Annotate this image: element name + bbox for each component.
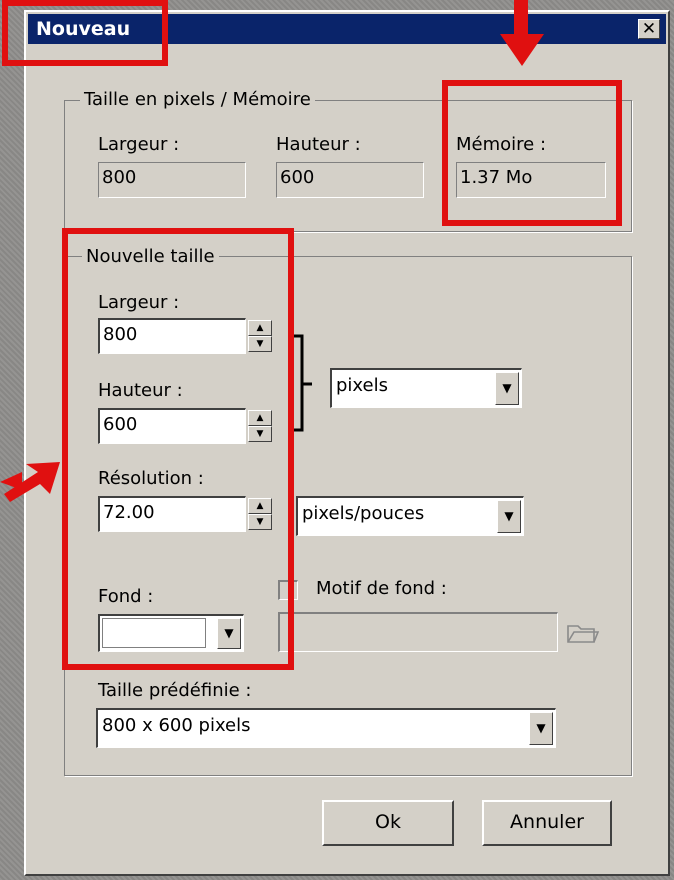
resolution-input[interactable]: 72.00 (98, 496, 246, 532)
new-height-spin-up[interactable]: ▲ (248, 410, 272, 426)
new-height-value: 600 (103, 414, 138, 435)
ok-button[interactable]: Ok (322, 800, 454, 846)
new-width-value: 800 (103, 324, 138, 345)
unit-selected-value: pixels (336, 375, 388, 396)
new-height-spin-down[interactable]: ▼ (248, 426, 272, 442)
resolution-unit-selected-value: pixels/pouces (302, 503, 425, 524)
current-height-value: 600 (280, 167, 315, 188)
resolution-label: Résolution : (98, 468, 204, 489)
new-width-label: Largeur : (98, 292, 180, 313)
background-color-swatch (102, 618, 206, 648)
close-icon: ✕ (641, 19, 657, 39)
chevron-down-icon[interactable]: ▼ (495, 372, 519, 405)
spin-up-icon: ▲ (256, 413, 264, 423)
title-bar[interactable]: Nouveau ✕ (28, 14, 666, 44)
resolution-spin-down[interactable]: ▼ (248, 514, 272, 530)
new-width-spin-down[interactable]: ▼ (248, 336, 272, 352)
current-height-label: Hauteur : (276, 134, 361, 155)
new-width-spinner: ▲ ▼ (248, 318, 272, 354)
memory-label: Mémoire : (456, 134, 547, 155)
resolution-spin-up[interactable]: ▲ (248, 498, 272, 514)
folder-open-icon (567, 625, 600, 643)
chevron-down-icon[interactable]: ▼ (529, 712, 553, 745)
cancel-button[interactable]: Annuler (482, 800, 612, 846)
current-height-field: 600 (276, 162, 424, 198)
background-color-picker[interactable]: ▼ (98, 614, 244, 652)
pattern-path-field (278, 612, 558, 652)
proportion-link-bracket (290, 334, 312, 432)
current-width-label: Largeur : (98, 134, 180, 155)
resolution-spinner: ▲ ▼ (248, 496, 272, 532)
preset-select[interactable]: 800 x 600 pixels ▼ (96, 708, 556, 748)
unit-select[interactable]: pixels ▼ (330, 368, 522, 408)
current-width-value: 800 (102, 167, 137, 188)
background-label: Fond : (98, 586, 154, 607)
spin-up-icon: ▲ (256, 501, 264, 511)
preset-selected-value: 800 x 600 pixels (102, 715, 251, 736)
down-arrow-annotation (500, 0, 544, 66)
pattern-label: Motif de fond : (316, 578, 447, 599)
new-image-dialog: Nouveau ✕ Taille en pixels / Mémoire Lar… (24, 10, 670, 876)
pixel-memory-group-label: Taille en pixels / Mémoire (80, 89, 315, 111)
new-size-group-label: Nouvelle taille (82, 246, 219, 268)
resolution-value: 72.00 (103, 502, 155, 523)
chevron-down-icon[interactable]: ▼ (497, 500, 521, 533)
dialog-title: Nouveau (36, 18, 131, 40)
memory-field: 1.37 Mo (456, 162, 606, 198)
spin-down-icon: ▼ (256, 339, 264, 349)
new-height-spinner: ▲ ▼ (248, 408, 272, 444)
new-width-input[interactable]: 800 (98, 318, 246, 354)
new-height-input[interactable]: 600 (98, 408, 246, 444)
preset-label: Taille prédéfinie : (98, 680, 252, 701)
memory-value: 1.37 Mo (460, 167, 533, 188)
spin-up-icon: ▲ (256, 323, 264, 333)
spin-down-icon: ▼ (256, 517, 264, 527)
new-width-spin-up[interactable]: ▲ (248, 320, 272, 336)
spin-down-icon: ▼ (256, 429, 264, 439)
right-arrow-annotation (0, 462, 60, 502)
resolution-unit-select[interactable]: pixels/pouces ▼ (296, 496, 524, 536)
current-width-field: 800 (98, 162, 246, 198)
chevron-down-icon[interactable]: ▼ (217, 618, 241, 649)
pattern-checkbox[interactable] (278, 580, 298, 600)
new-height-label: Hauteur : (98, 380, 183, 401)
close-button[interactable]: ✕ (638, 19, 660, 39)
